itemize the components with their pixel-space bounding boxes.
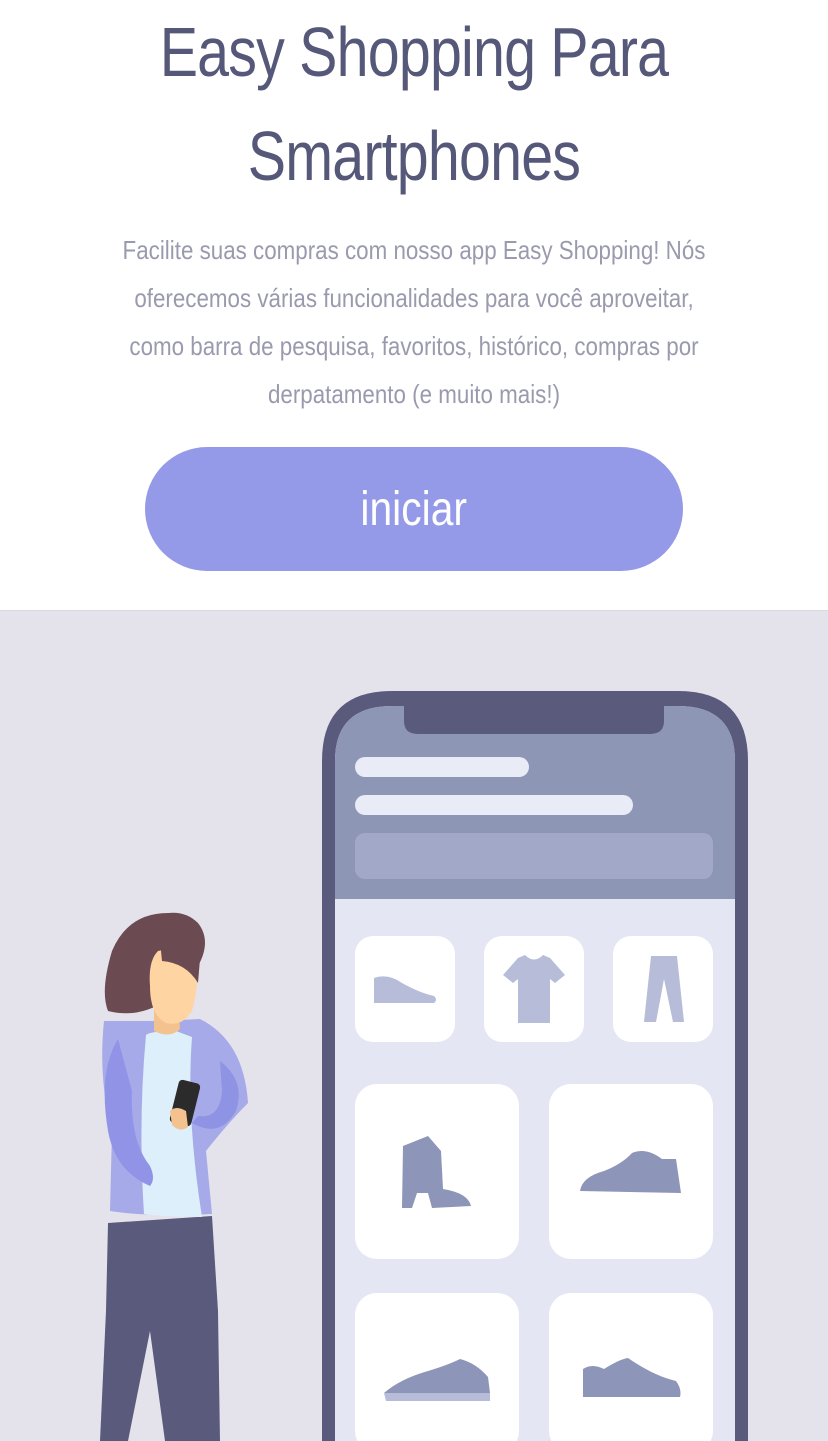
- hero-section: Easy Shopping Para Smartphones Facilite …: [0, 0, 828, 610]
- phone-notch: [404, 703, 664, 734]
- start-button-label: iniciar: [360, 482, 468, 536]
- shopping-illustration: [100, 691, 748, 1441]
- header-bar-2: [355, 795, 633, 815]
- title-line-2: Smartphones: [247, 117, 581, 195]
- product-tile-sneaker-2: [355, 1293, 519, 1441]
- start-button[interactable]: iniciar: [145, 447, 683, 571]
- phone-mockup: [322, 691, 748, 1441]
- search-bar: [355, 833, 713, 879]
- hero-description: Facilite suas compras com nosso app Easy…: [122, 235, 706, 409]
- title-line-1: Easy Shopping Para: [159, 13, 669, 91]
- category-tile-pants: [613, 936, 713, 1042]
- hero-illustration: [0, 610, 828, 1441]
- header-bar-1: [355, 757, 529, 777]
- woman-figure: [100, 912, 248, 1441]
- page-title: Easy Shopping Para Smartphones: [75, 0, 754, 208]
